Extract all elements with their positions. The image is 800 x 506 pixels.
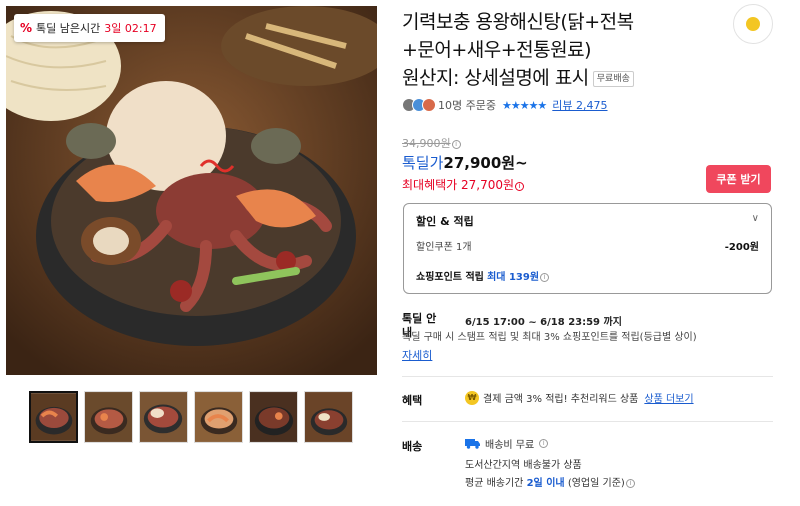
shipping-label: 배송 — [402, 440, 423, 453]
percent-icon: % — [20, 21, 33, 35]
info-icon[interactable]: i — [625, 479, 635, 488]
original-price: 34,900원 i — [402, 135, 461, 151]
divider — [402, 421, 773, 422]
buyer-avatars — [402, 98, 436, 112]
store-logo-icon — [746, 17, 760, 31]
title-line-1: 기력보충 용왕해신탕(닭+전복 — [402, 11, 634, 33]
shipping-average: 평균 배송기간 2일 이내 (영업일 기준) i — [465, 474, 635, 489]
avg-days: 2일 이내 — [526, 478, 565, 489]
deal-price-label: 톡딜가 — [402, 154, 444, 172]
orders-count: 10명 주문중 — [438, 99, 496, 112]
thumbnail-3[interactable] — [139, 391, 188, 443]
shipping-note: 도서산간지역 배송불가 상품 — [465, 460, 582, 471]
coupon-button[interactable]: 쿠폰 받기 — [706, 165, 771, 193]
point-value: 최대 139원 — [487, 272, 540, 283]
title-line-3: 원산지: 상세설명에 표시 — [402, 67, 589, 89]
thumbnail-strip — [29, 391, 353, 443]
review-link[interactable]: 리뷰 2,475 — [552, 97, 607, 113]
discount-title: 할인 & 적립 — [416, 215, 474, 228]
thumbnail-1[interactable] — [29, 391, 78, 443]
coupon-amount: -200원 — [724, 242, 759, 253]
benefit-more-link[interactable]: 상품 더보기 — [644, 390, 693, 405]
point-row: 쇼핑포인트 적립 최대 139원 i — [416, 268, 759, 283]
max-benefit-price: 최대혜택가 27,700원 i — [402, 176, 525, 193]
avatar — [422, 98, 436, 112]
thumbnail-2[interactable] — [84, 391, 133, 443]
discount-header[interactable]: 할인 & 적립 ∨ — [416, 213, 759, 229]
shipping-fee: 배송비 무료 — [485, 440, 535, 451]
info-icon[interactable]: i — [515, 182, 525, 191]
timer-label: 톡딜 남은시간 — [36, 22, 101, 35]
benefit-row: ₩ 결제 금액 3% 적립! 추천리워드 상품 상품 더보기 — [465, 390, 694, 405]
truck-icon — [465, 439, 480, 449]
won-coin-icon: ₩ — [465, 390, 479, 405]
info-icon[interactable]: i — [539, 439, 549, 448]
deal-timer-badge: % 톡딜 남은시간 3일 02:17 — [14, 14, 165, 42]
discount-panel: 할인 & 적립 ∨ 할인쿠폰 1개 -200원 쇼핑포인트 적립 최대 139원… — [403, 203, 772, 294]
main-product-image[interactable]: % 톡딜 남은시간 3일 02:17 — [6, 6, 377, 375]
original-price-value: 34,900원 — [402, 137, 451, 150]
product-title: 기력보충 용왕해신탕(닭+전복 +문어+새우+전통원료) 원산지: 상세설명에 … — [402, 8, 702, 92]
product-photo — [6, 6, 377, 375]
info-icon[interactable]: i — [451, 140, 461, 149]
point-label: 쇼핑포인트 적립 — [416, 272, 484, 283]
thumbnail-5[interactable] — [249, 391, 298, 443]
coupon-label: 할인쿠폰 1개 — [416, 242, 472, 253]
info-icon[interactable]: i — [540, 273, 550, 282]
deal-description: 톡딜 구매 시 스탬프 적립 및 최대 3% 쇼핑포인트를 적립(등급별 상이) — [402, 332, 697, 343]
deal-price: 톡딜가27,900원~ — [402, 152, 528, 173]
coupon-row: 할인쿠폰 1개 -200원 — [416, 238, 759, 253]
deal-price-value: 27,900원~ — [443, 154, 528, 172]
avg-suffix: (영업일 기준) — [567, 478, 625, 489]
max-benefit-text: 최대혜택가 27,700원 — [402, 178, 515, 192]
review-row: 10명 주문중 ★★★★★ 리뷰 2,475 — [402, 97, 608, 113]
free-shipping-badge: 무료배송 — [592, 70, 634, 87]
benefit-label: 혜택 — [402, 394, 423, 407]
star-rating-icon: ★★★★★ — [501, 98, 547, 112]
deal-more-link[interactable]: 자세히 — [402, 347, 432, 363]
thumbnail-4[interactable] — [194, 391, 243, 443]
title-line-2: +문어+새우+전통원료) — [402, 39, 592, 61]
deal-period: 6/15 17:00 ~ 6/18 23:59 까지 — [465, 317, 622, 328]
chevron-down-icon[interactable]: ∨ — [752, 213, 759, 229]
thumbnail-6[interactable] — [304, 391, 353, 443]
benefit-text: 결제 금액 3% 적립! 추천리워드 상품 — [483, 394, 639, 405]
timer-remaining: 3일 02:17 — [104, 22, 157, 35]
store-logo[interactable] — [733, 4, 773, 44]
divider — [402, 376, 773, 377]
shipping-fee-row: 배송비 무료 i — [465, 436, 549, 451]
avg-prefix: 평균 배송기간 — [465, 478, 524, 489]
